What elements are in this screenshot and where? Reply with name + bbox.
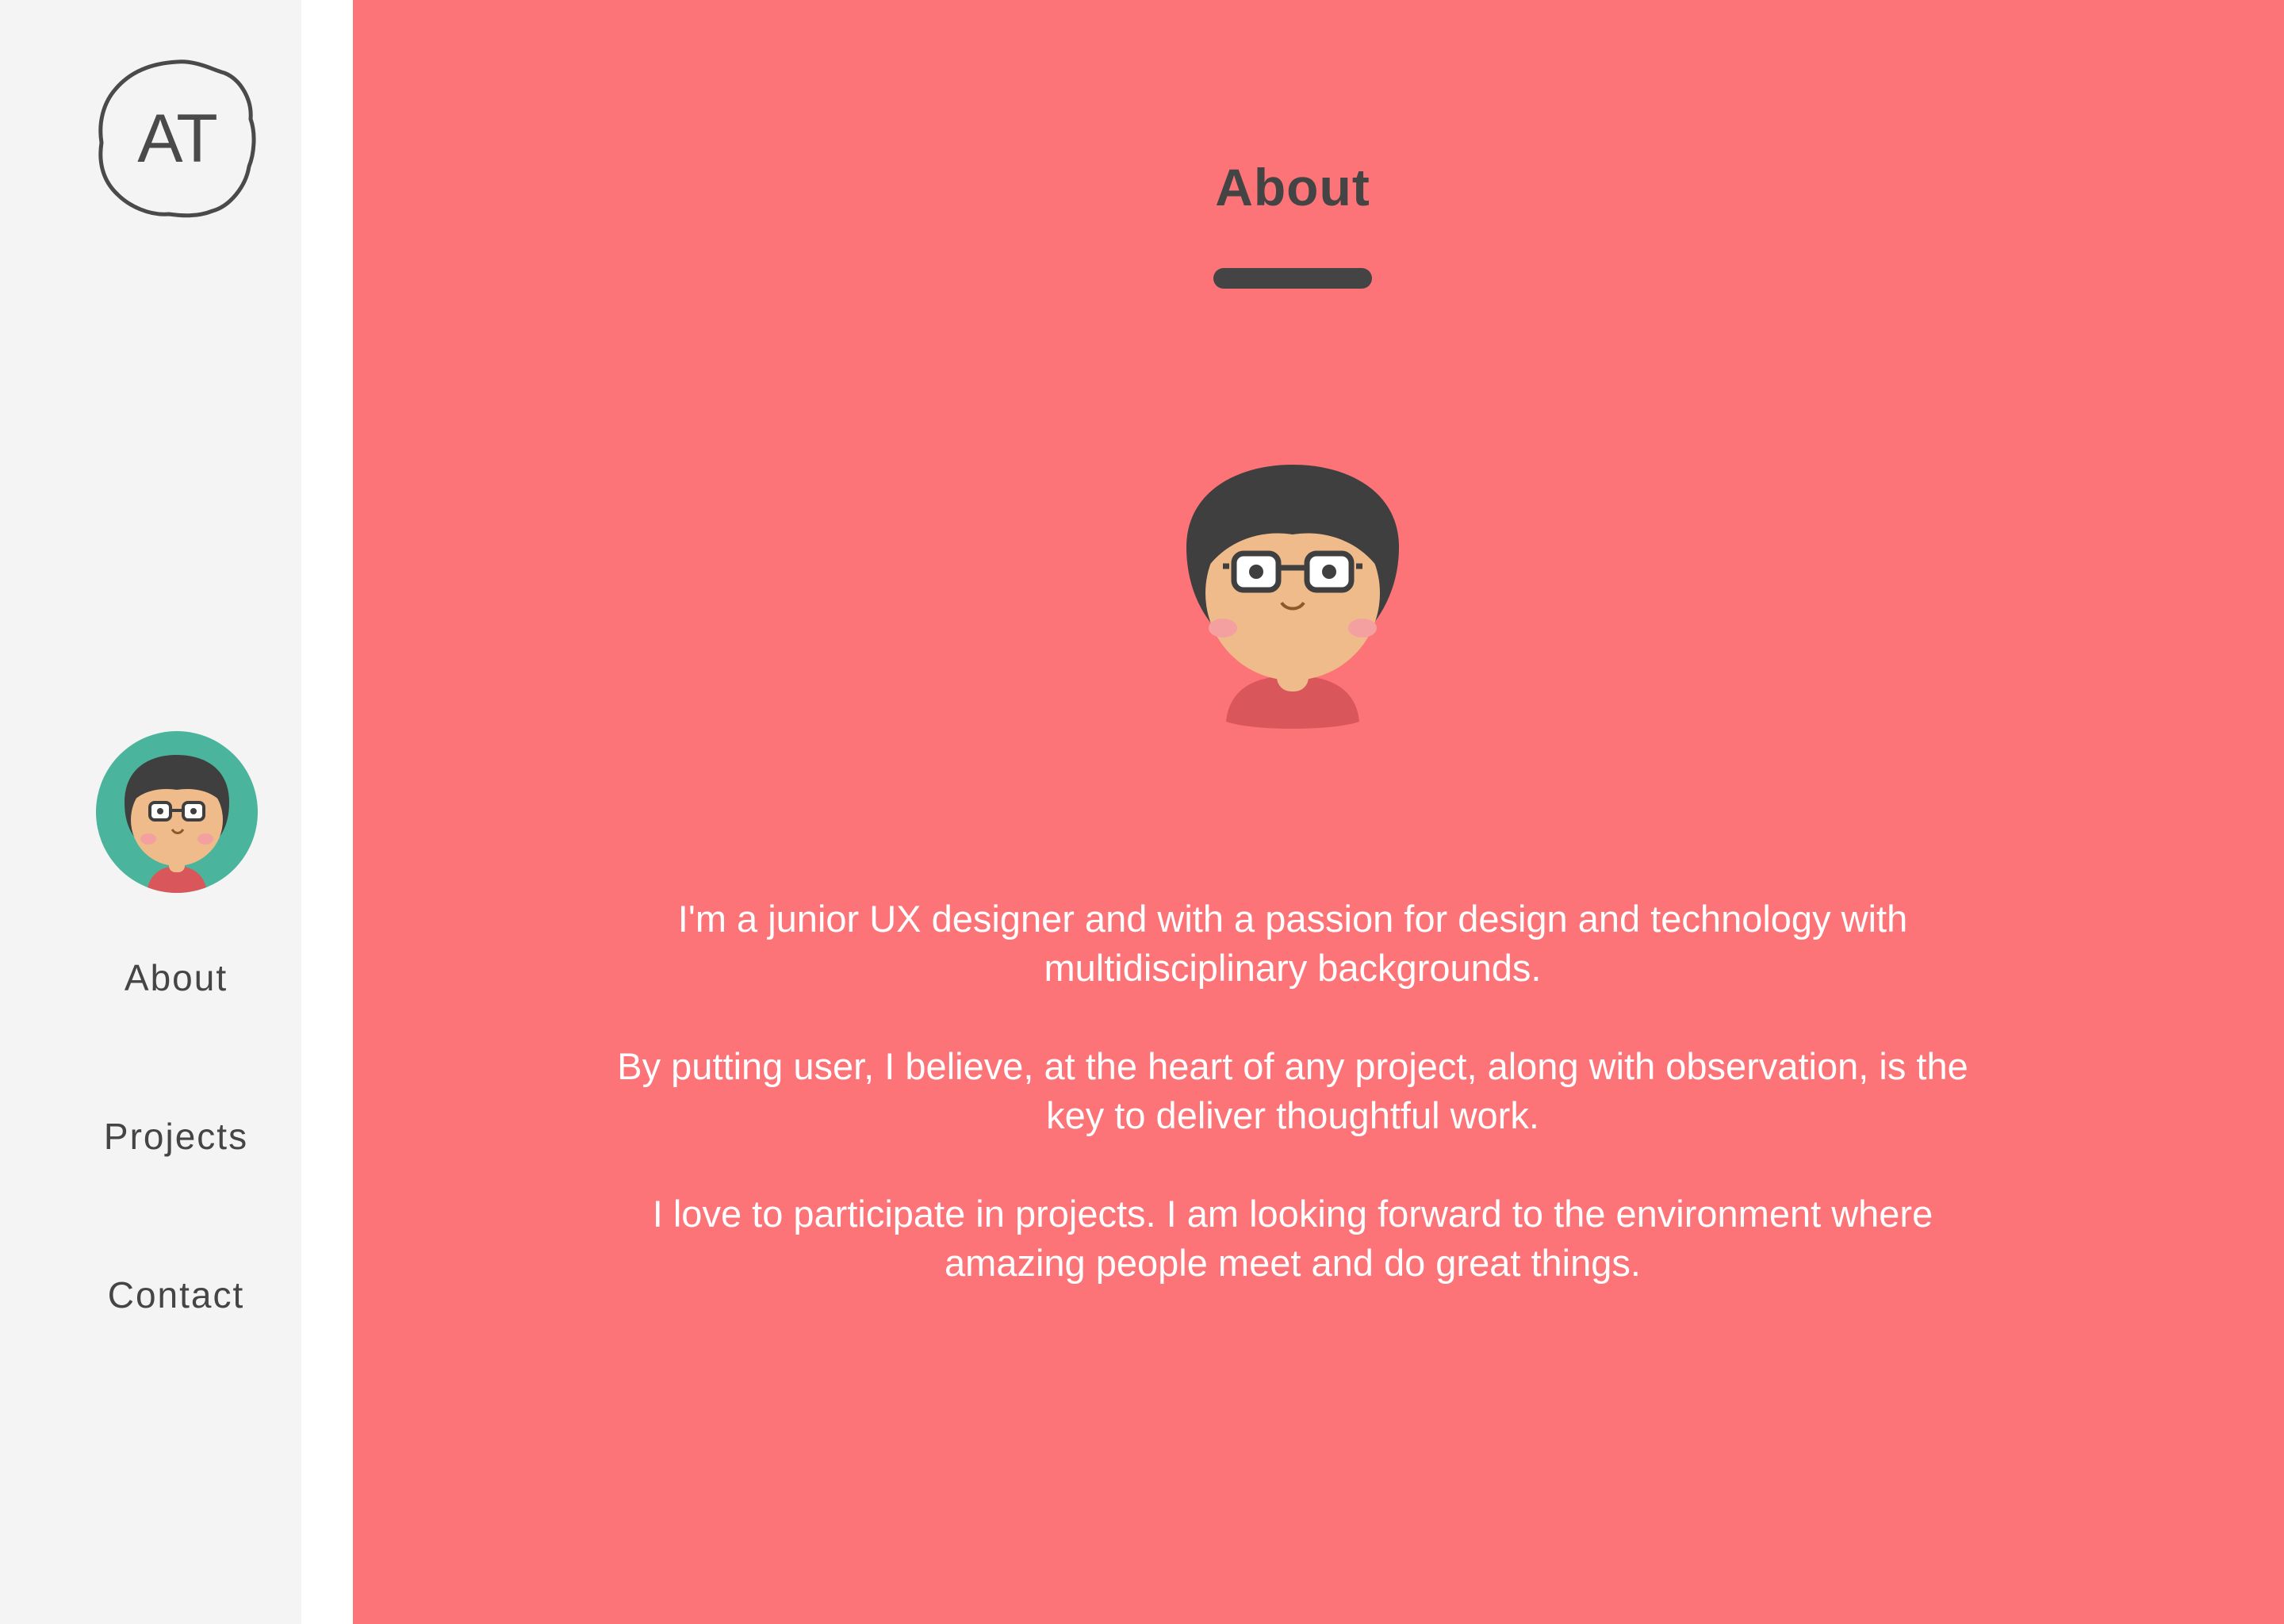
nav-projects[interactable]: Projects (0, 1115, 352, 1158)
sidebar: AT About Projects Contact (0, 0, 301, 1624)
bio-paragraph: I'm a junior UX designer and with a pass… (677, 898, 1908, 989)
bio-paragraph: By putting user, I believe, at the heart… (617, 1045, 1968, 1136)
sidebar-avatar (96, 731, 258, 893)
main-panel: About I'm a junior UX designer and with … (353, 0, 2284, 1624)
bio-paragraph: I love to participate in projects. I am … (652, 1193, 1933, 1284)
page: AT About Projects Contact About I'm a ju… (0, 0, 2284, 1624)
logo-initials[interactable]: AT (94, 56, 260, 222)
hero-avatar-icon (1186, 465, 1399, 729)
title-underline (1213, 268, 1372, 289)
page-title: About (1215, 158, 1370, 216)
nav-about[interactable]: About (0, 956, 352, 999)
avatar-icon (125, 755, 229, 893)
nav-contact[interactable]: Contact (0, 1274, 352, 1316)
